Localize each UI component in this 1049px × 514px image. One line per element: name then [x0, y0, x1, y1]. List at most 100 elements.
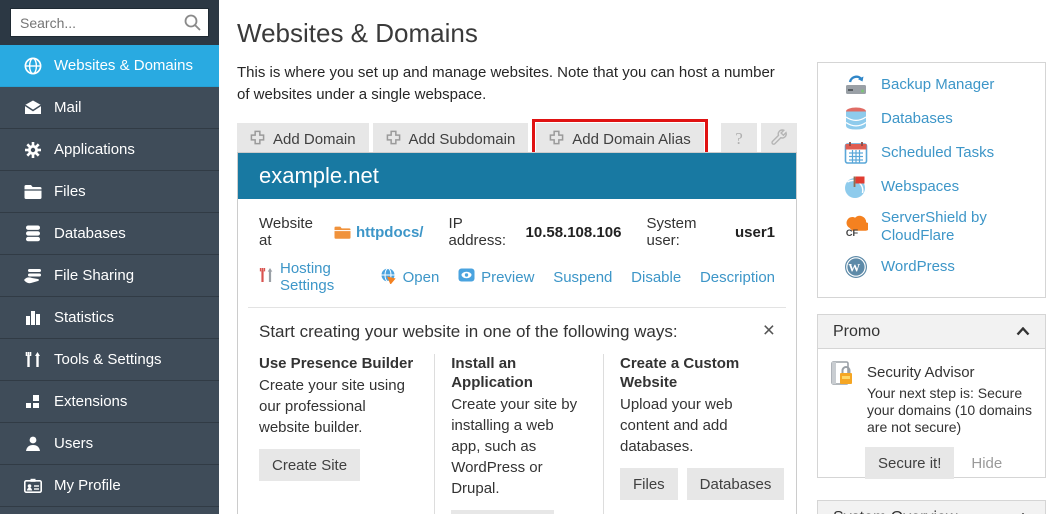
httpdocs-link[interactable]: httpdocs/ [356, 224, 424, 241]
preview-link[interactable]: Preview [458, 268, 534, 286]
add-domain-alias-button[interactable]: Add Domain Alias [536, 123, 703, 155]
open-link[interactable]: Open [380, 267, 440, 288]
sidebar-item-label: File Sharing [54, 267, 134, 284]
file-sharing-icon [20, 268, 45, 284]
main-content: Websites & Domains This is where you set… [237, 0, 797, 159]
suspend-link[interactable]: Suspend [553, 269, 612, 286]
system-overview-panel: System Overview [817, 500, 1046, 514]
folder-icon [334, 226, 351, 239]
hide-link[interactable]: Hide [971, 455, 1002, 472]
advisor-title: Security Advisor [867, 364, 1043, 381]
sidebar-item-tools-settings[interactable]: Tools & Settings [0, 339, 219, 381]
sidebar-item-label: Mail [54, 99, 82, 116]
backup-manager-link[interactable]: Backup Manager [844, 73, 1045, 97]
sidebar-item-websites-domains[interactable]: Websites & Domains [0, 45, 219, 87]
add-subdomain-button[interactable]: Add Subdomain [373, 123, 529, 155]
domain-links-row: Hosting Settings Open Preview [259, 260, 775, 294]
sidebar-item-label: Users [54, 435, 93, 452]
gear-icon [20, 141, 45, 159]
search-input[interactable] [10, 8, 209, 37]
security-advisor: Security Advisor Your next step is: Secu… [831, 361, 1033, 436]
column-text: Create your site by installing a web app… [451, 394, 587, 499]
sidebar-nav: Websites & Domains Mail Applications Fil… [0, 45, 219, 507]
sidebar-item-label: Applications [54, 141, 135, 158]
sidebar-item-label: Websites & Domains [54, 57, 193, 74]
scheduled-tasks-icon [844, 141, 868, 165]
close-icon[interactable]: × [763, 322, 775, 339]
databases-button[interactable]: Databases [687, 468, 785, 500]
sidebar-item-applications[interactable]: Applications [0, 129, 219, 171]
wordpress-link[interactable]: W WordPress [844, 255, 1045, 279]
presence-builder-column: Use Presence Builder Create your site us… [259, 354, 434, 514]
getting-started-header: Start creating your website in one of th… [259, 322, 775, 342]
disable-link[interactable]: Disable [631, 269, 681, 286]
add-domain-alias-label: Add Domain Alias [572, 131, 690, 148]
getting-started-columns: Use Presence Builder Create your site us… [259, 354, 775, 514]
sidebar-item-label: Extensions [54, 393, 127, 410]
create-site-button[interactable]: Create Site [259, 449, 360, 481]
description-link[interactable]: Description [700, 269, 775, 286]
question-mark-icon: ? [735, 129, 743, 149]
system-overview-title: System Overview [833, 509, 957, 514]
page-title: Websites & Domains [237, 18, 797, 49]
domain-info-row: Website at httpdocs/ IP address: 10.58.1… [259, 215, 775, 249]
promo-body: Security Advisor Your next step is: Secu… [818, 349, 1045, 479]
custom-website-column: Create a Custom Website Upload your web … [603, 354, 775, 514]
settings-wrench-button[interactable] [761, 123, 797, 155]
sidebar-item-statistics[interactable]: Statistics [0, 297, 219, 339]
scheduled-tasks-link[interactable]: Scheduled Tasks [844, 141, 1045, 165]
plus-icon [549, 130, 564, 149]
databases-link[interactable]: Databases [844, 107, 1045, 131]
install-apps-button[interactable]: Install Apps [451, 510, 554, 514]
sidebar-item-label: Files [54, 183, 86, 200]
divider [248, 307, 786, 308]
hosting-settings-link[interactable]: Hosting Settings [259, 260, 361, 294]
sidebar-item-file-sharing[interactable]: File Sharing [0, 255, 219, 297]
ip-value: 10.58.108.106 [526, 224, 622, 241]
ip-label: IP address: [449, 215, 522, 249]
sidebar-search-area [0, 0, 219, 45]
advisor-text: Your next step is: Secure your domains (… [867, 385, 1043, 436]
getting-started-title: Start creating your website in one of th… [259, 322, 678, 342]
right-tools-panel: Backup Manager Databases Scheduled Tasks… [817, 62, 1046, 298]
sidebar-item-users[interactable]: Users [0, 423, 219, 465]
security-advisor-icon [831, 361, 857, 436]
svg-text:CF: CF [846, 228, 859, 238]
domain-name: example.net [259, 163, 379, 189]
add-subdomain-label: Add Subdomain [409, 131, 516, 148]
files-button[interactable]: Files [620, 468, 678, 500]
system-user-value: user1 [735, 224, 775, 241]
backup-manager-icon [844, 73, 868, 97]
column-heading: Use Presence Builder [259, 354, 418, 373]
page-description: This is where you set up and manage webs… [237, 62, 777, 106]
sidebar-item-files[interactable]: Files [0, 171, 219, 213]
add-domain-button[interactable]: Add Domain [237, 123, 369, 155]
databases-icon [844, 107, 868, 131]
cloudflare-icon: CF [844, 215, 868, 239]
database-icon [20, 225, 45, 242]
collapse-chevron-icon[interactable] [1016, 509, 1030, 514]
secure-it-button[interactable]: Secure it! [865, 447, 954, 479]
sidebar-item-databases[interactable]: Databases [0, 213, 219, 255]
install-application-column: Install an Application Create your site … [434, 354, 603, 514]
sidebar-item-mail[interactable]: Mail [0, 87, 219, 129]
help-button[interactable]: ? [721, 123, 757, 155]
plesk-app: Websites & Domains Mail Applications Fil… [0, 0, 1049, 514]
sidebar: Websites & Domains Mail Applications Fil… [0, 0, 219, 514]
column-heading: Create a Custom Website [620, 354, 775, 392]
sidebar-item-extensions[interactable]: Extensions [0, 381, 219, 423]
bar-chart-icon [20, 310, 45, 326]
promo-header[interactable]: Promo [818, 315, 1045, 349]
blocks-icon [20, 394, 45, 409]
globe-icon [20, 57, 45, 75]
servershield-link[interactable]: CF ServerShield by CloudFlare [844, 209, 1045, 245]
sidebar-item-label: Databases [54, 225, 126, 242]
promo-title: Promo [833, 323, 880, 341]
tools-red-icon [259, 267, 274, 287]
collapse-chevron-icon[interactable] [1016, 323, 1030, 341]
toolbar-right: ? [721, 123, 797, 155]
domain-card-body: Website at httpdocs/ IP address: 10.58.1… [238, 215, 796, 514]
system-overview-header[interactable]: System Overview [818, 501, 1045, 514]
webspaces-link[interactable]: Webspaces [844, 175, 1045, 199]
sidebar-item-my-profile[interactable]: My Profile [0, 465, 219, 507]
